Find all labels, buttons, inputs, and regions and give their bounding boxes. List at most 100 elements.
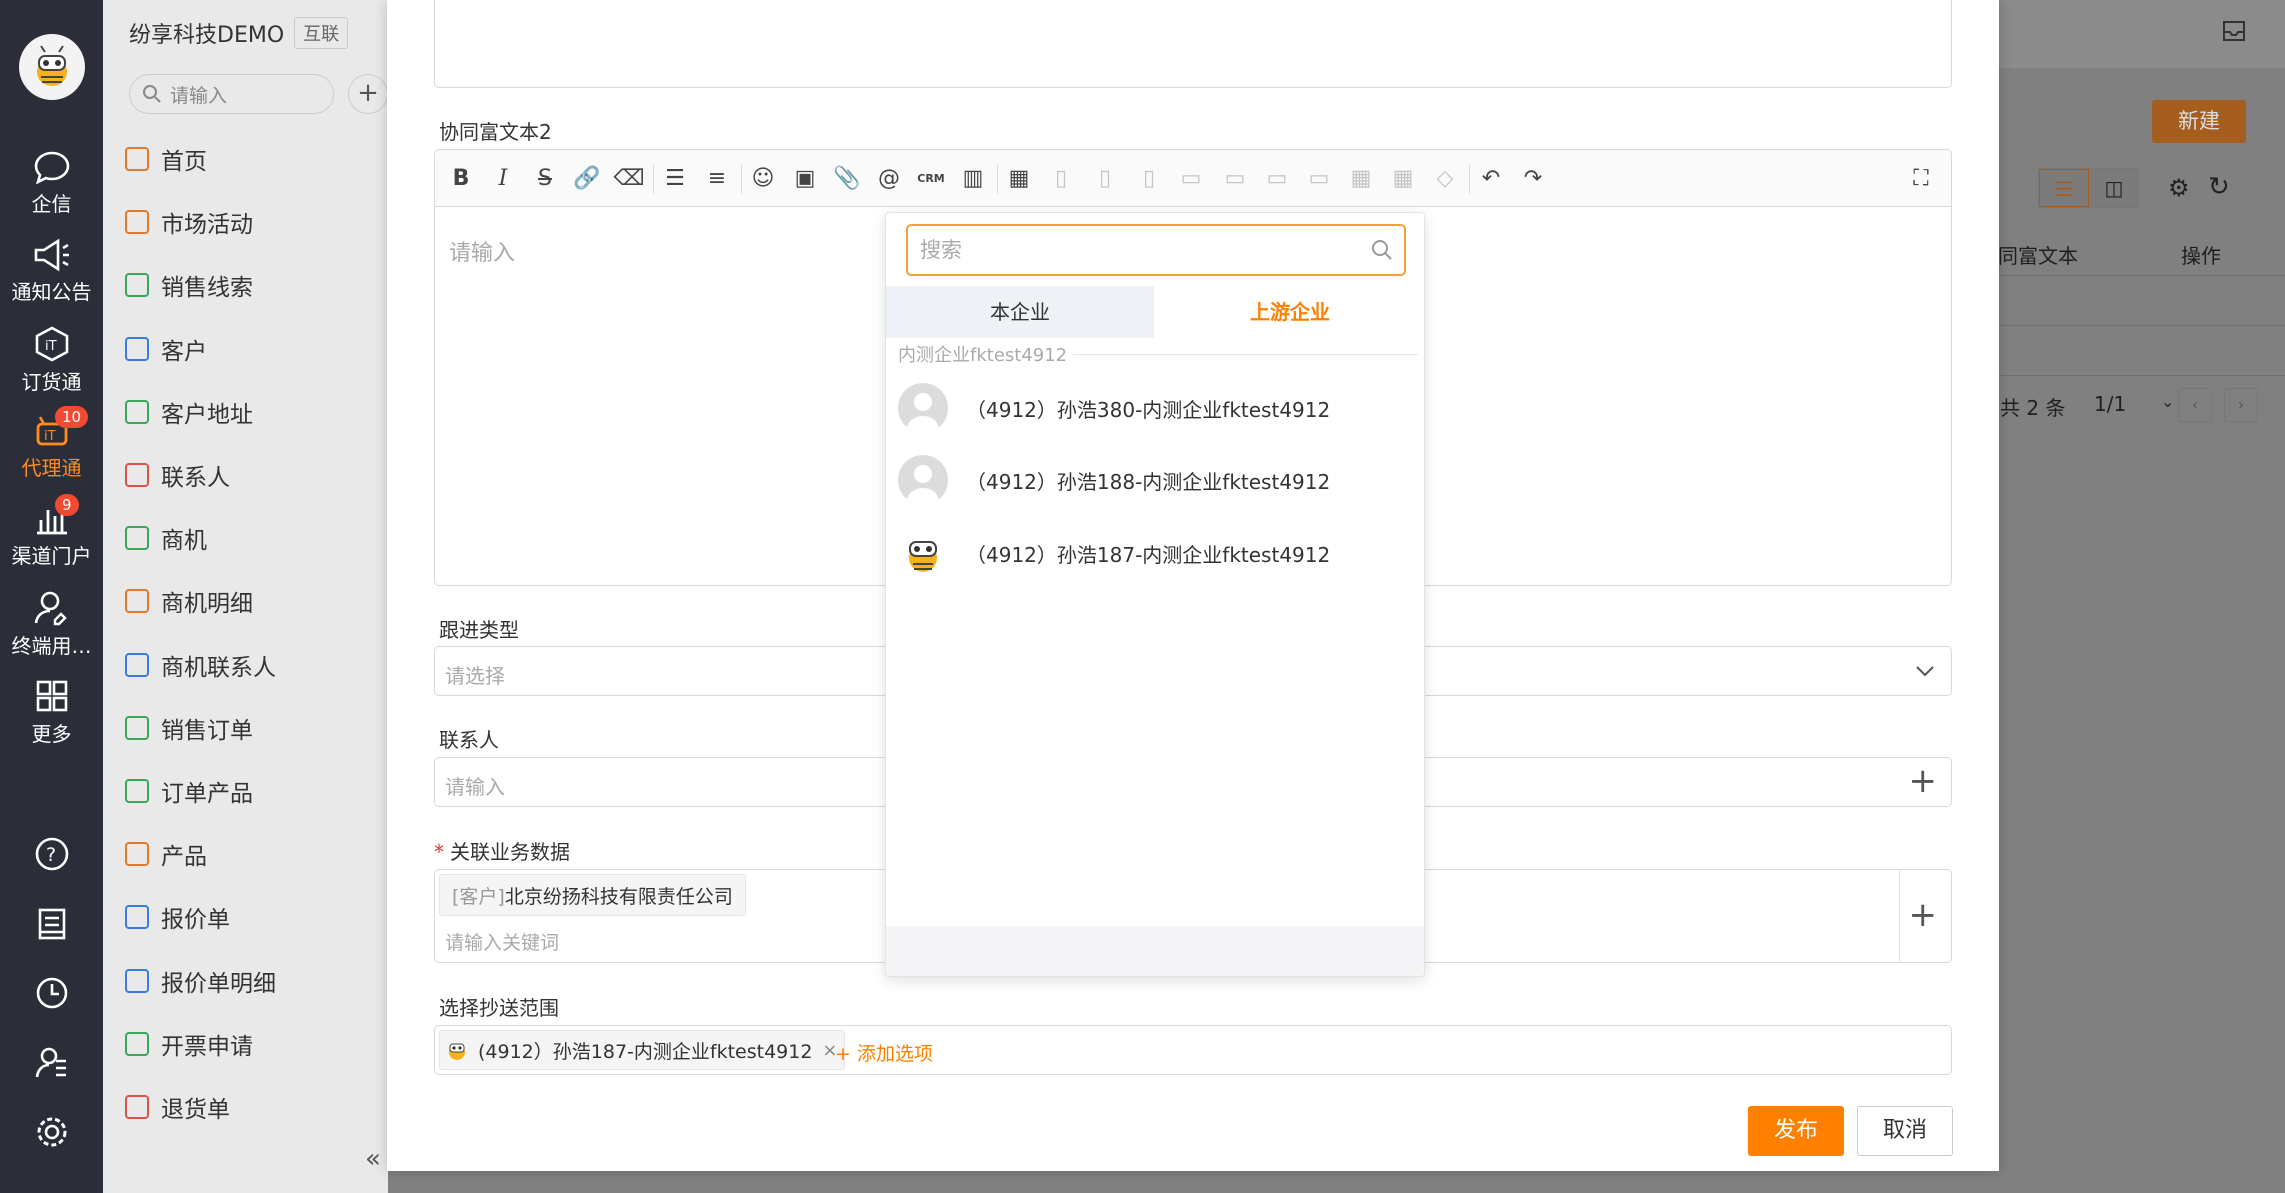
- link-icon[interactable]: 🔗: [573, 164, 601, 192]
- crm-icon[interactable]: CRM: [917, 164, 945, 192]
- split-cells-icon[interactable]: ▦: [1389, 164, 1417, 192]
- person-row[interactable]: （4912）孙浩188-内测企业fktest4912: [898, 452, 1330, 508]
- menu-item[interactable]: 报价单明细: [125, 964, 276, 998]
- collapse-icon[interactable]: «: [365, 1144, 381, 1174]
- person-row[interactable]: （4912）孙浩187-内测企业fktest4912: [898, 525, 1330, 581]
- menu-item[interactable]: 客户: [125, 332, 207, 366]
- menu-item[interactable]: 客户地址: [125, 395, 253, 429]
- previous-text-field[interactable]: [434, 0, 1952, 88]
- menu-item[interactable]: 商机明细: [125, 584, 253, 618]
- cc-scope-field[interactable]: (4912）孙浩187-内测企业fktest4912 × + 添加选项: [434, 1025, 1952, 1075]
- menu-item[interactable]: 开票申请: [125, 1027, 253, 1061]
- settings-icon[interactable]: ⚙: [2168, 174, 2190, 202]
- tab-own-company[interactable]: 本企业: [886, 286, 1154, 338]
- redo-icon[interactable]: ↷: [1519, 164, 1547, 192]
- menu-item-icon: [125, 842, 149, 867]
- rail-label: 企信: [31, 192, 72, 216]
- delete-col-icon[interactable]: ▯: [1135, 164, 1163, 192]
- person-row[interactable]: （4912）孙浩380-内测企业fktest4912: [898, 380, 1330, 436]
- menu-item[interactable]: 市场活动: [125, 205, 253, 239]
- gear-icon[interactable]: [34, 1114, 70, 1150]
- undo-icon[interactable]: ↶: [1477, 164, 1505, 192]
- insert-col-left-icon[interactable]: ▯: [1047, 164, 1075, 192]
- popup-search-input[interactable]: 搜索: [906, 224, 1406, 276]
- bar-chart-icon[interactable]: ▥: [959, 164, 987, 192]
- delete-row-icon[interactable]: ▭: [1263, 164, 1291, 192]
- cancel-button[interactable]: 取消: [1857, 1106, 1953, 1156]
- add-contact-icon[interactable]: +: [1909, 764, 1938, 798]
- menu-search-input[interactable]: 请输入: [129, 74, 334, 114]
- bee-logo-icon: [37, 45, 67, 86]
- rail-item-channel[interactable]: 9 渠道门户: [0, 494, 103, 569]
- tab-upstream-company[interactable]: 上游企业: [1156, 286, 1424, 338]
- related-chip-value: 北京纷扬科技有限责任公司: [504, 885, 733, 908]
- eraser-icon[interactable]: ⌫: [613, 164, 644, 192]
- help-icon[interactable]: ?: [34, 836, 70, 872]
- rail-item-terminal-user[interactable]: 终端用…: [0, 590, 103, 659]
- menu-item[interactable]: 销售订单: [125, 711, 253, 745]
- contacts-icon[interactable]: [34, 1045, 70, 1081]
- rail-item-announcement[interactable]: 通知公告: [0, 238, 103, 305]
- menu-item[interactable]: 退货单: [125, 1090, 230, 1124]
- menu-item[interactable]: 订单产品: [125, 774, 253, 808]
- rail-label: 通知公告: [11, 280, 92, 304]
- related-chip-prefix: [客户]: [452, 885, 505, 908]
- menu-item[interactable]: 商机联系人: [125, 648, 276, 682]
- split-view-icon[interactable]: ◫: [2091, 169, 2137, 207]
- pagination-page[interactable]: 1/1: [2094, 392, 2126, 416]
- prev-page-button[interactable]: ‹: [2178, 388, 2212, 422]
- emoji-icon[interactable]: ☺: [749, 164, 777, 192]
- bullet-list-icon[interactable]: ☰: [661, 164, 689, 192]
- image-icon[interactable]: ▣: [791, 164, 819, 192]
- add-option-link[interactable]: + 添加选项: [835, 1039, 933, 1066]
- related-chip[interactable]: [客户] 北京纷扬科技有限责任公司: [439, 874, 746, 916]
- rail-item-agent[interactable]: 10 iT 代理通: [0, 406, 103, 481]
- menu-item[interactable]: 产品: [125, 837, 207, 871]
- refresh-icon[interactable]: ↻: [2208, 172, 2230, 202]
- attachment-icon[interactable]: 📎: [833, 164, 861, 192]
- menu-item[interactable]: 商机: [125, 521, 207, 555]
- menu-item[interactable]: 联系人: [125, 458, 230, 492]
- menu-item-label: 产品: [161, 844, 207, 871]
- cc-chip[interactable]: (4912）孙浩187-内测企业fktest4912 ×: [439, 1030, 845, 1070]
- insert-row-above-icon[interactable]: ▭: [1177, 164, 1205, 192]
- order-icon: iT: [35, 326, 68, 362]
- menu-item[interactable]: 首页: [125, 142, 207, 176]
- table-divider: [1988, 275, 2285, 276]
- rail-item-more[interactable]: 更多: [0, 678, 103, 747]
- list-view-icon[interactable]: ☰: [2039, 169, 2089, 207]
- insert-col-right-icon[interactable]: ▯: [1091, 164, 1119, 192]
- menu-add-button[interactable]: +: [348, 74, 388, 114]
- menu-item[interactable]: 销售线索: [125, 268, 253, 302]
- inbox-icon[interactable]: [2221, 18, 2247, 44]
- company-name[interactable]: 纷享科技DEMO: [129, 17, 284, 49]
- clock-icon[interactable]: [34, 975, 70, 1011]
- strikethrough-icon[interactable]: S: [531, 164, 559, 192]
- rail-item-order[interactable]: iT 订货通: [0, 326, 103, 395]
- table-divider: [1988, 375, 2285, 376]
- badge-count: 9: [55, 494, 79, 516]
- fullscreen-icon[interactable]: ⛶: [1907, 164, 1935, 192]
- rail-item-chat[interactable]: 企信: [0, 150, 103, 217]
- numbered-list-icon[interactable]: ≡: [703, 164, 731, 192]
- menu-item[interactable]: 报价单: [125, 900, 230, 934]
- notebook-icon[interactable]: [34, 906, 70, 942]
- cell-color-icon[interactable]: ◇: [1431, 164, 1459, 192]
- group-name: 内测企业fktest4912: [898, 345, 1068, 366]
- italic-icon[interactable]: I: [489, 164, 517, 192]
- publish-button[interactable]: 发布: [1748, 1106, 1844, 1156]
- app-logo[interactable]: [19, 34, 85, 100]
- menu-item-label: 客户地址: [161, 401, 253, 428]
- insert-row-below-icon[interactable]: ▭: [1221, 164, 1249, 192]
- delete-table-icon[interactable]: ▭: [1305, 164, 1333, 192]
- new-button[interactable]: 新建: [2152, 100, 2246, 143]
- merge-cells-icon[interactable]: ▦: [1347, 164, 1375, 192]
- table-icon[interactable]: ▦: [1005, 164, 1033, 192]
- view-toggle[interactable]: ☰ ◫: [2038, 168, 2138, 208]
- bold-icon[interactable]: B: [447, 164, 475, 192]
- next-page-button[interactable]: ›: [2224, 388, 2258, 422]
- default-avatar-icon: [898, 383, 948, 433]
- rail-label: 终端用…: [11, 634, 92, 658]
- mention-icon[interactable]: @: [875, 164, 903, 192]
- add-related-icon[interactable]: +: [1909, 898, 1938, 932]
